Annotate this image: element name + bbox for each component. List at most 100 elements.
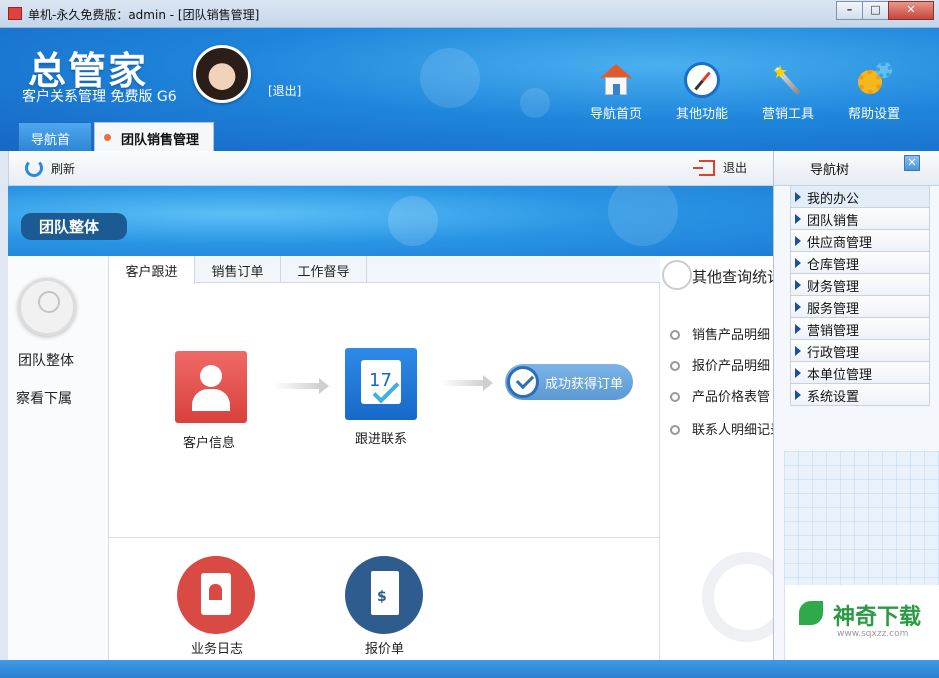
refresh-button[interactable]: 刷新 [25,159,75,177]
leaf-logo-icon [799,601,823,625]
nav-tree-item-service[interactable]: 服务管理 [790,296,930,318]
triangle-right-icon [795,236,801,246]
nav-tree-item-label: 系统设置 [807,390,860,405]
triangle-right-icon [795,192,801,202]
pencil-icon [662,260,692,290]
section-title: 团队整体 [21,213,127,240]
decor-ring [702,552,773,642]
quotation-label: 报价单 [365,642,405,657]
topnav-label: 其他功能 [675,107,728,122]
triangle-right-icon [795,346,801,356]
home-icon [598,62,634,98]
triangle-right-icon [795,302,801,312]
decor-bubble [420,48,480,108]
nav-tree-item-label: 团队销售 [807,214,860,229]
follow-up-card[interactable]: 17 [345,348,417,420]
exit-button[interactable]: 退出 [693,159,747,176]
query-item-label: 联系人明细记录 [692,423,773,438]
nav-tree-item-label: 供应商管理 [807,236,873,251]
triangle-right-icon [795,258,801,268]
center-panel: 客户跟进 销售订单 工作督导 客户信息 17 跟进联系 成功获得订单 业务日志 … [109,256,660,660]
maximize-button[interactable]: □ [862,1,889,20]
magic-wand-icon: ★ [770,62,806,98]
nav-tree-item-system-settings[interactable]: 系统设置 [790,384,930,406]
nav-tree-item-organization[interactable]: 本单位管理 [790,362,930,384]
triangle-right-icon [795,368,801,378]
toolbar: 刷新 退出 [8,151,773,186]
topnav-label: 导航首页 [589,107,642,122]
query-item[interactable]: 报价产品明细 [670,355,770,374]
nav-tree-item-label: 营销管理 [807,324,860,339]
header-logout-link[interactable]: [退出] [268,82,301,99]
customer-info-card[interactable] [175,351,247,423]
left-item-view-subordinates[interactable]: 察看下属 [16,388,72,408]
window-titlebar: 单机-永久免费版：admin - [团队销售管理] – □ ✕ [0,0,939,28]
follow-up-label: 跟进联系 [355,432,408,447]
tab-nav-home[interactable]: 导航首页 [18,122,92,167]
query-item[interactable]: 产品价格表管 [670,386,770,405]
subtab-sales-orders[interactable]: 销售订单 [195,256,281,283]
search-icon [670,425,680,435]
nav-tree-item-admin[interactable]: 行政管理 [790,340,930,362]
query-item[interactable]: 销售产品明细 [670,324,770,343]
nav-tree-header: 导航树 ✕ [774,151,939,186]
nav-tree-item-label: 我的办公 [807,192,860,207]
nav-tree-title: 导航树 [810,163,850,178]
triangle-right-icon [795,214,801,224]
subtab-work-supervision[interactable]: 工作督导 [281,256,367,283]
close-icon: ✕ [906,3,916,16]
close-button[interactable]: ✕ [888,1,934,20]
query-item-label: 销售产品明细 [692,328,771,343]
quotation-button[interactable] [345,556,423,634]
nav-tree-item-finance[interactable]: 财务管理 [790,274,930,296]
query-item-label: 产品价格表管 [692,390,771,405]
journal-icon [201,573,231,615]
triangle-right-icon [795,280,801,290]
nav-tree-item-team-sales[interactable]: 团队销售 [790,208,930,230]
divider [109,537,660,538]
topnav-other-functions[interactable]: 其他功能 [659,62,745,122]
decor-bubble [520,88,550,118]
query-item[interactable]: 联系人明细记录 [670,419,773,438]
exit-icon [693,159,715,176]
app-icon [8,7,22,20]
customer-info-label: 客户信息 [183,436,236,451]
business-journal-button[interactable] [177,556,255,634]
query-panel: 其他查询统计 销售产品明细 报价产品明细 产品价格表管 联系人明细记录 [660,256,773,660]
topnav-marketing-tools[interactable]: ★ 营销工具 [745,62,831,122]
left-item-team-overall[interactable]: 团队整体 [18,350,74,370]
nav-tree-item-my-office[interactable]: 我的办公 [790,186,930,208]
decor-bubble [608,186,678,246]
nav-tree-close-icon[interactable]: ✕ [904,155,920,171]
watermark-text: 神奇下载 [833,605,922,630]
nav-tree-item-label: 财务管理 [807,280,860,295]
left-panel: 团队整体 察看下属 [8,256,109,660]
nav-tree-item-label: 服务管理 [807,302,860,317]
quotation-icon [371,571,399,615]
nav-tree-item-suppliers[interactable]: 供应商管理 [790,230,930,252]
query-panel-title: 其他查询统计 [692,268,773,286]
decor-bubble [388,196,438,246]
team-avatar-icon [18,278,76,336]
subtab-customer-followup[interactable]: 客户跟进 [109,256,195,284]
bottom-strip [0,660,939,678]
business-journal-label: 业务日志 [191,642,244,657]
nav-tree-panel: 导航树 ✕ 我的办公 团队销售 供应商管理 仓库管理 财务管理 服务管理 营销管… [773,151,939,660]
section-banner: 团队整体 [8,186,773,256]
search-icon [670,330,680,340]
user-avatar[interactable] [193,45,251,103]
minimize-button[interactable]: – [836,1,863,20]
minimize-icon: – [846,3,853,16]
triangle-right-icon [795,324,801,334]
topnav-home[interactable]: 导航首页 [573,62,659,122]
top-nav: 导航首页 其他功能 ★ 营销工具 帮助设置 [573,62,917,122]
topnav-help-settings[interactable]: 帮助设置 [831,62,917,122]
nav-tree-item-warehouse[interactable]: 仓库管理 [790,252,930,274]
tab-team-sales[interactable]: 团队销售管理 [94,122,214,151]
query-item-label: 报价产品明细 [692,359,771,374]
check-circle-icon [507,366,539,398]
order-success-button[interactable]: 成功获得订单 [505,364,633,400]
nav-tree-item-label: 本单位管理 [807,368,873,383]
watermark: 神奇下载 www.sqxzz.com [785,585,939,660]
nav-tree-item-marketing[interactable]: 营销管理 [790,318,930,340]
